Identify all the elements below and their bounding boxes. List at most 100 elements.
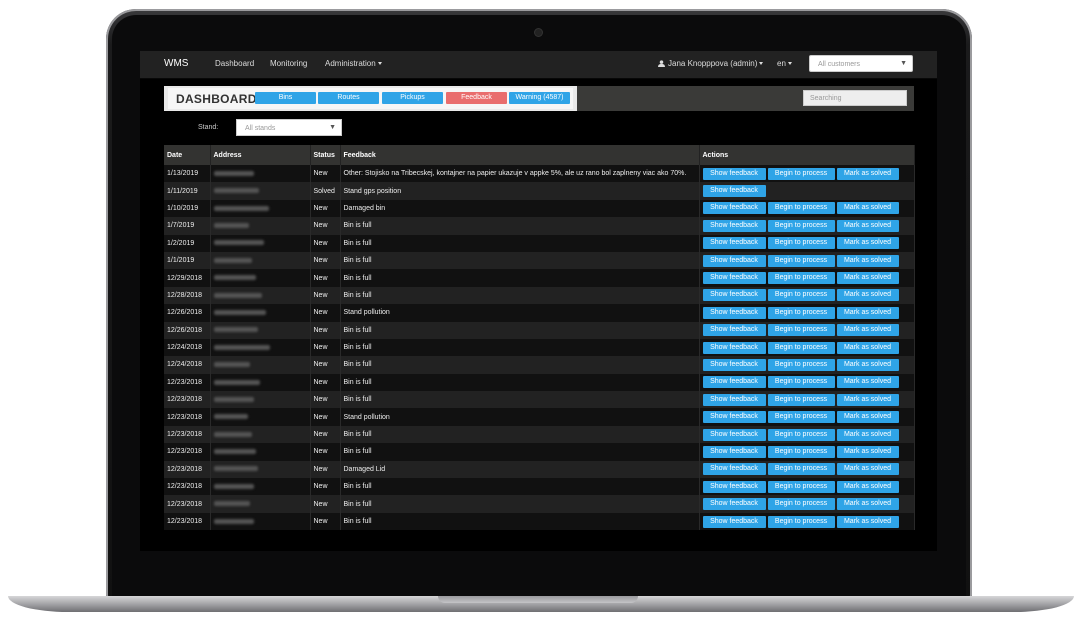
mark-solved-button[interactable]: Mark as solved <box>836 463 899 476</box>
show-feedback-button[interactable]: Show feedback <box>702 254 766 267</box>
show-feedback-button[interactable]: Show feedback <box>702 428 766 441</box>
column-header-status[interactable]: Status <box>310 145 341 165</box>
show-feedback-button[interactable]: Show feedback <box>702 167 766 180</box>
table-row[interactable]: 12/23/2018 New Bin is full Show feedback Beg… <box>164 478 915 496</box>
show-feedback-button[interactable]: Show feedback <box>702 393 766 406</box>
show-feedback-button[interactable]: Show feedback <box>702 185 766 198</box>
mark-solved-button[interactable]: Mark as solved <box>836 202 899 215</box>
table-row[interactable]: 1/13/2019 New Other: Stojisko na Tribecske… <box>164 165 915 183</box>
table-row[interactable]: 12/26/2018 New Bin is full Show feedback Beg… <box>164 321 915 339</box>
begin-process-button[interactable]: Begin to process <box>767 358 835 371</box>
show-feedback-button[interactable]: Show feedback <box>702 376 766 389</box>
show-feedback-button[interactable]: Show feedback <box>702 411 766 424</box>
mark-solved-button[interactable]: Mark as solved <box>836 376 899 389</box>
table-row[interactable]: 12/23/2018 New Bin is full Show feedback Beg… <box>164 425 915 444</box>
mark-solved-button[interactable]: Mark as solved <box>836 515 899 528</box>
begin-process-button[interactable]: Begin to process <box>767 272 835 285</box>
begin-process-button[interactable]: Begin to process <box>767 202 835 215</box>
begin-process-button[interactable]: Begin to process <box>767 463 835 476</box>
begin-process-button[interactable]: Begin to process <box>767 428 835 441</box>
table-row[interactable]: 12/24/2018 New Bin is full Show feedback Beg… <box>164 356 915 374</box>
show-feedback-button[interactable]: Show feedback <box>702 272 766 285</box>
show-feedback-button[interactable]: Show feedback <box>702 498 766 511</box>
table-row[interactable]: 1/1/2019 New Bin is full Show feedback Begin… <box>164 251 915 270</box>
user-menu[interactable]: Jana Knopppova (admin) <box>658 59 764 68</box>
nav-administration[interactable]: Administration <box>325 59 382 68</box>
begin-process-button[interactable]: Begin to process <box>767 306 835 319</box>
begin-process-button[interactable]: Begin to process <box>767 254 835 267</box>
show-feedback-button[interactable]: Show feedback <box>702 463 766 476</box>
table-row[interactable]: 12/23/2018 New Bin is full Show feedback Beg… <box>164 495 915 513</box>
begin-process-button[interactable]: Begin to process <box>767 411 835 424</box>
mark-solved-button[interactable]: Mark as solved <box>836 324 899 337</box>
mark-solved-button[interactable]: Mark as solved <box>836 358 899 371</box>
mark-solved-button[interactable]: Mark as solved <box>836 167 899 180</box>
mark-solved-button[interactable]: Mark as solved <box>836 341 899 354</box>
feedback-button[interactable]: Feedback <box>446 92 507 104</box>
begin-process-button[interactable]: Begin to process <box>767 515 835 528</box>
mark-solved-button[interactable]: Mark as solved <box>836 393 899 406</box>
table-row[interactable]: 12/26/2018 New Stand pollution Show feedbac… <box>164 304 915 322</box>
begin-process-button[interactable]: Begin to process <box>767 219 835 232</box>
table-row[interactable]: 12/23/2018 New Bin is full Show feedback Beg… <box>164 391 915 409</box>
routes-button[interactable]: Routes <box>318 92 379 104</box>
customer-select[interactable]: All customers ▼ <box>809 55 913 72</box>
begin-process-button[interactable]: Begin to process <box>767 324 835 337</box>
show-feedback-button[interactable]: Show feedback <box>702 237 766 250</box>
column-header-address[interactable]: Address <box>210 145 311 165</box>
show-feedback-button[interactable]: Show feedback <box>702 202 766 215</box>
show-feedback-button[interactable]: Show feedback <box>702 515 766 528</box>
table-row[interactable]: 1/7/2019 New Bin is full Show feedback Begin… <box>164 217 915 235</box>
show-feedback-button[interactable]: Show feedback <box>702 324 766 337</box>
begin-process-button[interactable]: Begin to process <box>767 237 835 250</box>
begin-process-button[interactable]: Begin to process <box>767 480 835 493</box>
stand-select[interactable]: All stands ▼ <box>236 119 342 136</box>
table-row[interactable]: 12/29/2018 New Bin is full Show feedback Beg… <box>164 269 915 287</box>
table-row[interactable]: 12/23/2018 New Damaged Lid Show feedback Beg… <box>164 460 915 479</box>
table-row[interactable]: 12/23/2018 New Bin is full Show feedback Beg… <box>164 443 915 461</box>
table-row[interactable]: 1/11/2019 Solved Stand gps position Show fe… <box>164 182 915 200</box>
begin-process-button[interactable]: Begin to process <box>767 289 835 302</box>
table-row[interactable]: 12/23/2018 New Bin is full Show feedback Beg… <box>164 373 915 392</box>
brand-logo[interactable]: WMS <box>164 58 188 69</box>
nav-dashboard[interactable]: Dashboard <box>215 59 254 68</box>
language-menu[interactable]: en <box>777 59 792 68</box>
bins-button[interactable]: Bins <box>255 92 316 104</box>
begin-process-button[interactable]: Begin to process <box>767 498 835 511</box>
mark-solved-button[interactable]: Mark as solved <box>836 480 899 493</box>
mark-solved-button[interactable]: Mark as solved <box>836 254 899 267</box>
mark-solved-button[interactable]: Mark as solved <box>836 219 899 232</box>
begin-process-button[interactable]: Begin to process <box>767 393 835 406</box>
begin-process-button[interactable]: Begin to process <box>767 167 835 180</box>
show-feedback-button[interactable]: Show feedback <box>702 289 766 302</box>
search-input[interactable]: Searching <box>803 90 907 106</box>
mark-solved-button[interactable]: Mark as solved <box>836 272 899 285</box>
begin-process-button[interactable]: Begin to process <box>767 341 835 354</box>
table-row[interactable]: 12/23/2018 New Bin is full Show feedback Beg… <box>164 512 915 531</box>
show-feedback-button[interactable]: Show feedback <box>702 480 766 493</box>
mark-solved-button[interactable]: Mark as solved <box>836 289 899 302</box>
mark-solved-button[interactable]: Mark as solved <box>836 306 899 319</box>
warning-button[interactable]: Warning (4587) <box>509 92 570 104</box>
mark-solved-button[interactable]: Mark as solved <box>836 498 899 511</box>
show-feedback-button[interactable]: Show feedback <box>702 341 766 354</box>
column-header-feedback[interactable]: Feedback <box>340 145 700 165</box>
column-header-date[interactable]: Date <box>164 145 211 165</box>
mark-solved-button[interactable]: Mark as solved <box>836 445 899 458</box>
begin-process-button[interactable]: Begin to process <box>767 445 835 458</box>
pickups-button[interactable]: Pickups <box>382 92 443 104</box>
show-feedback-button[interactable]: Show feedback <box>702 219 766 232</box>
show-feedback-button[interactable]: Show feedback <box>702 358 766 371</box>
table-row[interactable]: 1/2/2019 New Bin is full Show feedback Begin… <box>164 234 915 252</box>
mark-solved-button[interactable]: Mark as solved <box>836 237 899 250</box>
table-row[interactable]: 1/10/2019 New Damaged bin Show feedback Begi… <box>164 199 915 218</box>
mark-solved-button[interactable]: Mark as solved <box>836 411 899 424</box>
begin-process-button[interactable]: Begin to process <box>767 376 835 389</box>
show-feedback-button[interactable]: Show feedback <box>702 445 766 458</box>
table-row[interactable]: 12/23/2018 New Stand pollution Show feedbac… <box>164 408 915 426</box>
table-row[interactable]: 12/28/2018 New Bin is full Show feedback Beg… <box>164 286 915 305</box>
mark-solved-button[interactable]: Mark as solved <box>836 428 899 441</box>
nav-monitoring[interactable]: Monitoring <box>270 59 307 68</box>
table-row[interactable]: 12/24/2018 New Bin is full Show feedback Beg… <box>164 338 915 357</box>
show-feedback-button[interactable]: Show feedback <box>702 306 766 319</box>
